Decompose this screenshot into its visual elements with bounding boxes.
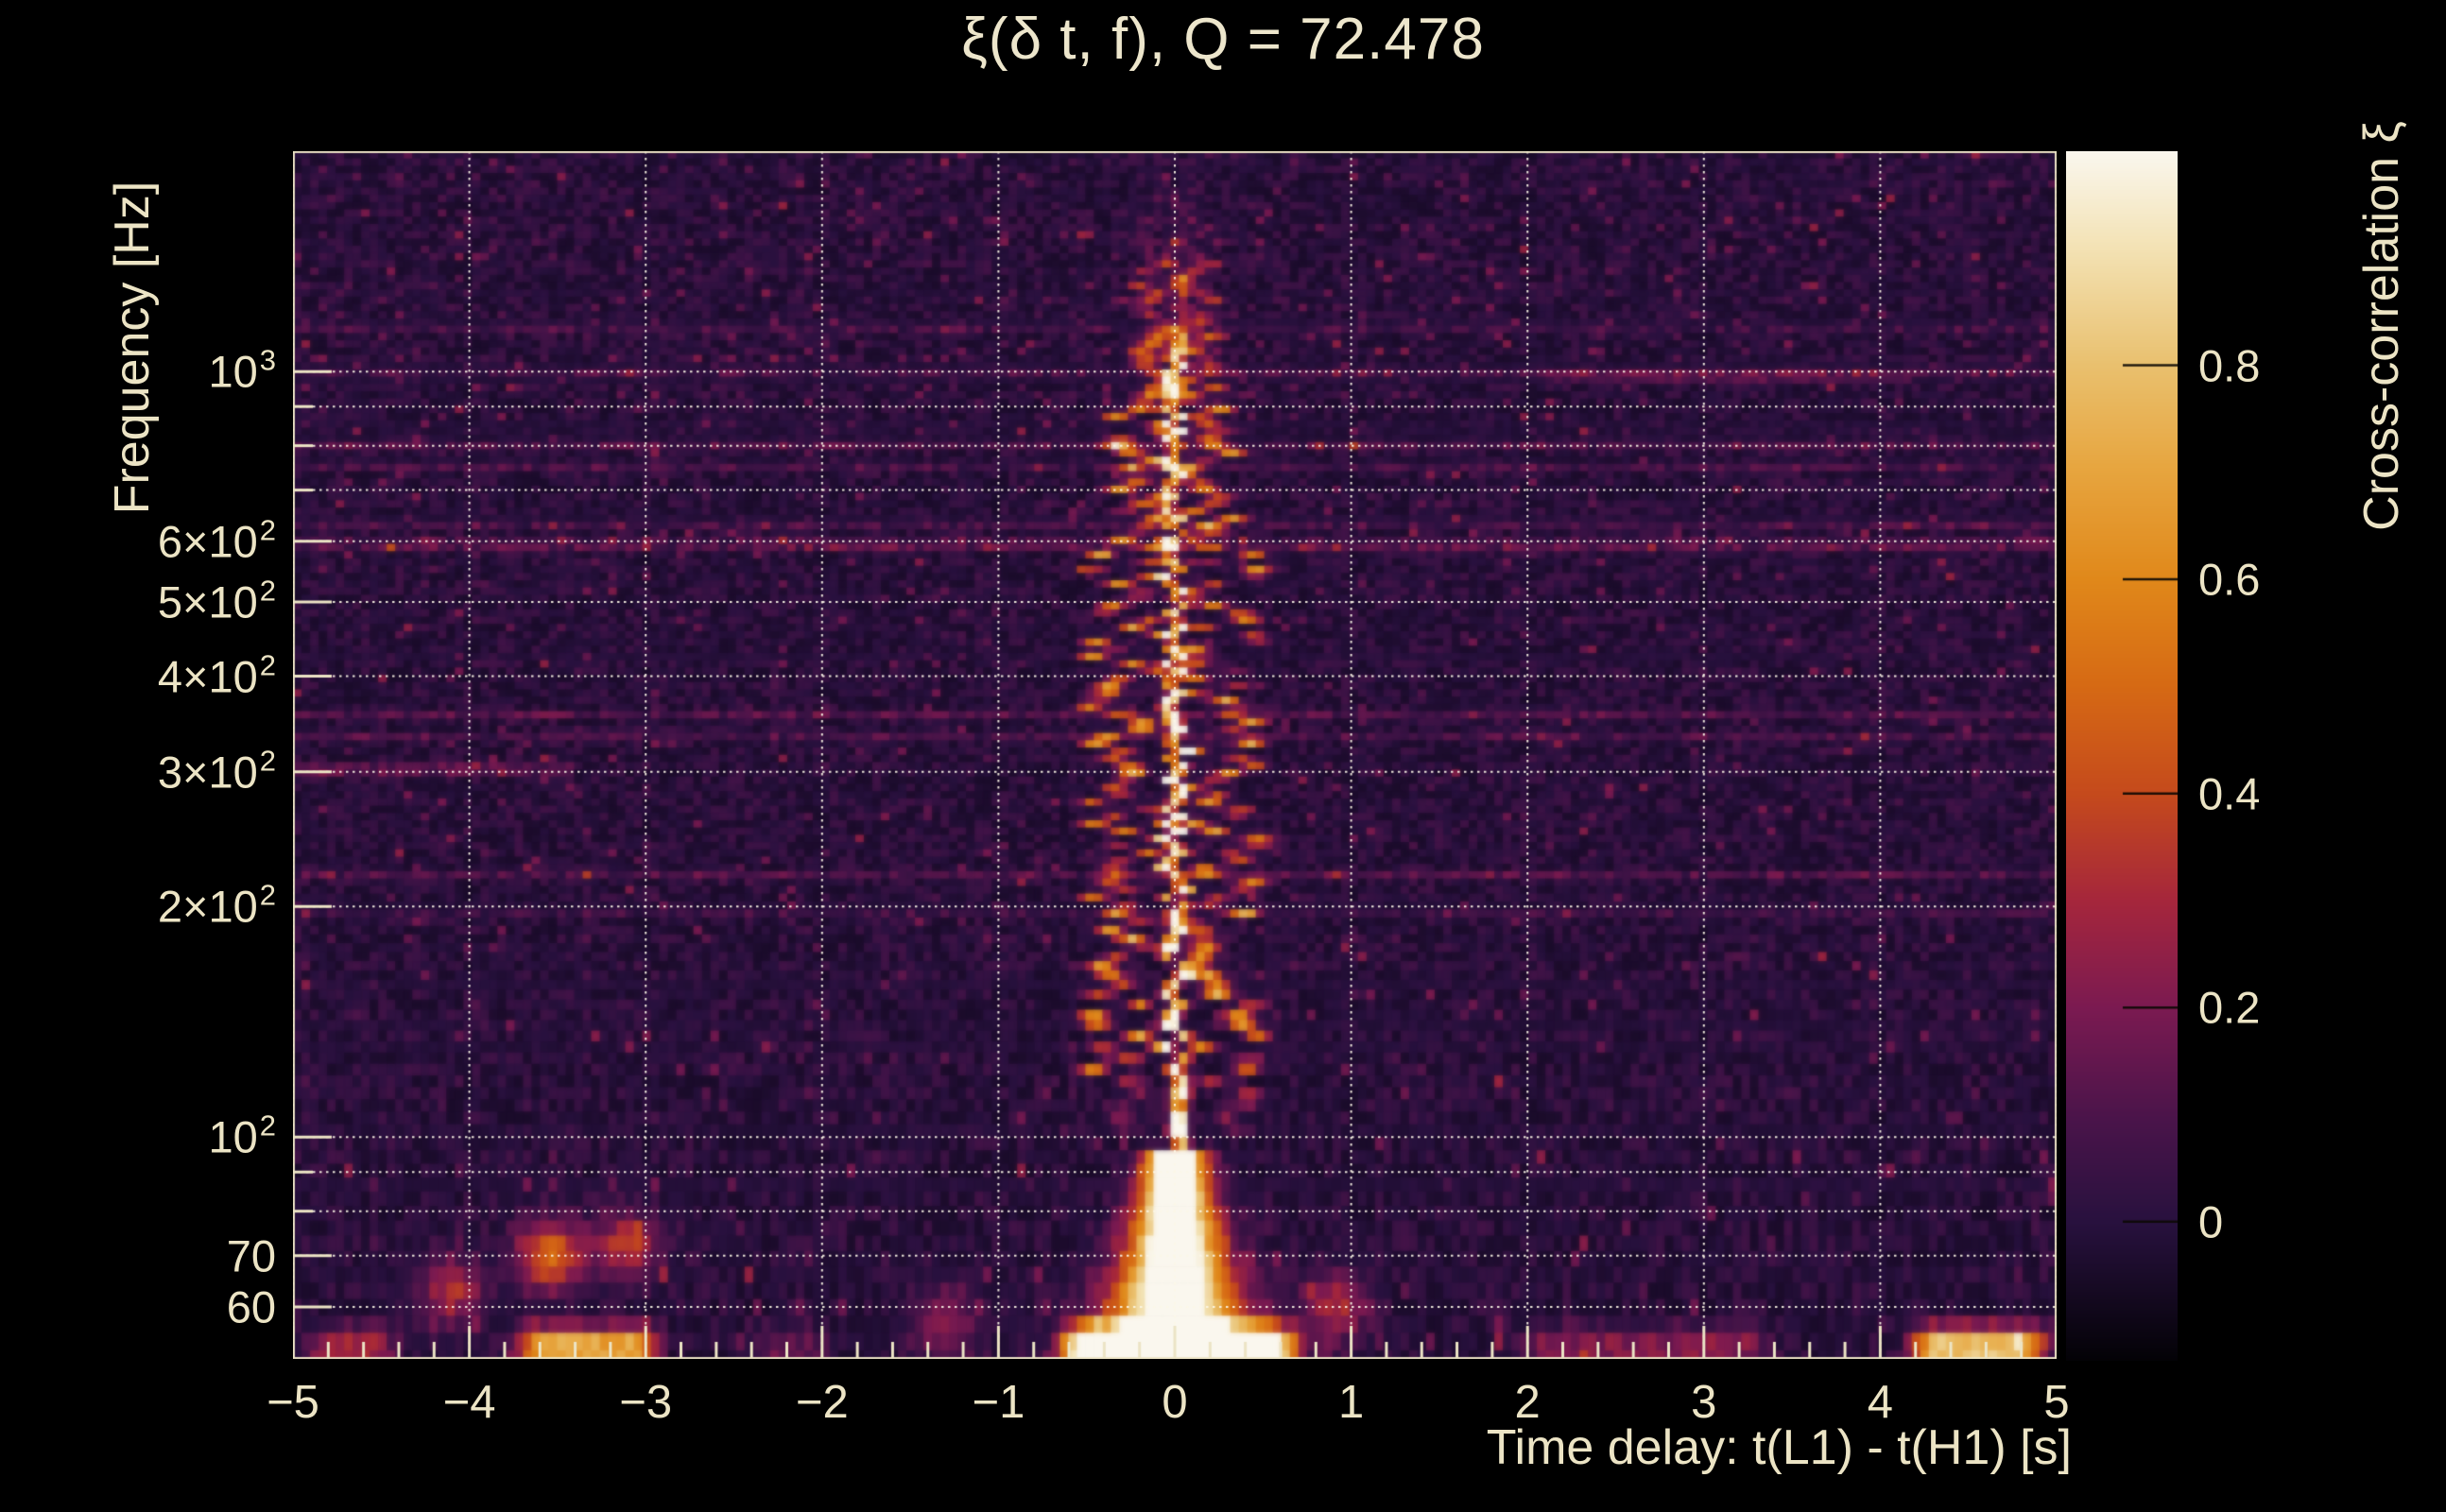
y-tick-label: 3×102	[157, 744, 276, 798]
colorbar-tick-label: 0	[2198, 1196, 2224, 1247]
colorbar-tick-label: 0.8	[2198, 340, 2261, 390]
spectrogram-heatmap	[293, 151, 2057, 1359]
y-axis-title: Frequency [Hz]	[105, 180, 160, 515]
chart-title: ξ(δ t, f), Q = 72.478	[961, 7, 1485, 72]
colorbar-tick-label: 0.6	[2198, 554, 2261, 605]
x-tick-label: −4	[442, 1377, 496, 1428]
y-tick-label: 102	[208, 1108, 276, 1162]
y-tick-label: 6×102	[157, 513, 276, 567]
x-tick-label: −3	[619, 1377, 673, 1428]
y-tick-label: 60	[226, 1281, 276, 1332]
y-tick-label: 70	[226, 1230, 276, 1281]
y-tick-label: 4×102	[157, 648, 276, 701]
x-tick-label: 3	[1691, 1377, 1717, 1428]
x-tick-label: 1	[1337, 1377, 1365, 1428]
colorbar-tick-label: 0.2	[2198, 982, 2261, 1033]
colorbar-title: Cross-correlation ξ	[2354, 121, 2409, 531]
x-tick-label: 0	[1162, 1377, 1188, 1428]
cross-correlation-qscan-figure: ξ(δ t, f), Q = 72.478 Frequency [Hz] Tim…	[0, 0, 2446, 1512]
y-tick-label: 5×102	[157, 574, 276, 627]
x-tick-label: 2	[1514, 1377, 1541, 1428]
x-tick-label: 4	[1867, 1377, 1894, 1428]
y-tick-label: 2×102	[157, 878, 276, 932]
colorbar-tick-label: 0.4	[2198, 768, 2261, 819]
x-tick-label: −5	[267, 1377, 319, 1428]
x-tick-label: −2	[795, 1377, 849, 1428]
colorbar-gradient	[2066, 151, 2178, 1361]
x-tick-label: 5	[2043, 1377, 2070, 1428]
x-axis-title: Time delay: t(L1) - t(H1) [s]	[1486, 1420, 2072, 1475]
y-tick-label: 103	[208, 343, 276, 397]
x-tick-label: −1	[972, 1377, 1025, 1428]
